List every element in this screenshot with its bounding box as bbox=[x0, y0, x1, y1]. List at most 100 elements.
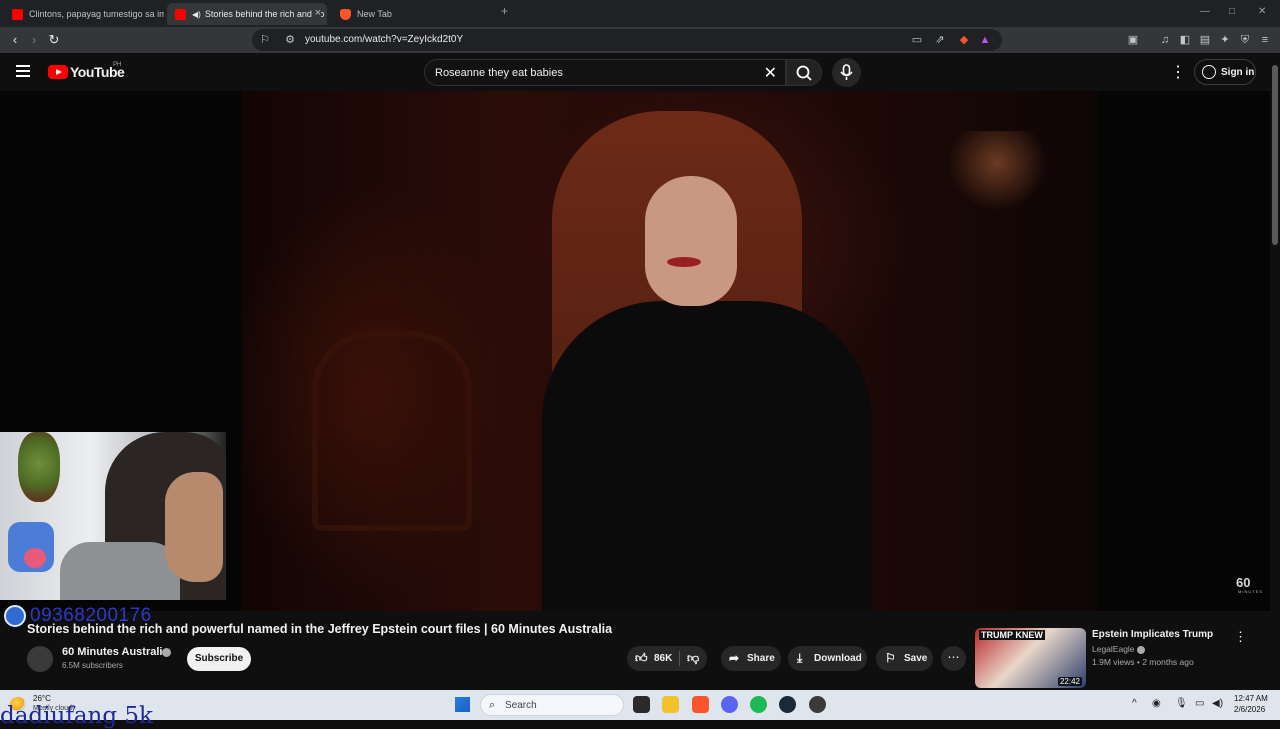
clock-date[interactable]: 2/6/2026 bbox=[1234, 705, 1265, 714]
split-view-icon[interactable]: ◧ bbox=[1178, 33, 1192, 47]
obs-icon[interactable] bbox=[809, 696, 826, 713]
microphone-icon bbox=[840, 64, 853, 80]
new-tab-icon[interactable]: + bbox=[501, 4, 508, 18]
file-explorer-icon[interactable] bbox=[662, 696, 679, 713]
media-icon[interactable]: ♫ bbox=[1158, 33, 1172, 47]
save-button[interactable]: ⚐ Save bbox=[876, 646, 933, 671]
verified-badge-icon bbox=[1136, 645, 1145, 654]
more-actions-icon[interactable]: ⋯ bbox=[941, 646, 966, 671]
taskbar-search-label: Search bbox=[505, 700, 537, 711]
video-title: Stories behind the rich and powerful nam… bbox=[27, 622, 613, 636]
youtube-favicon-icon bbox=[175, 8, 186, 20]
discord-icon[interactable] bbox=[721, 696, 738, 713]
steam-icon[interactable] bbox=[779, 696, 796, 713]
url-bar[interactable]: ⚐ ⚙ youtube.com/watch?v=ZeyIckd2t0Y ▭ ⇗ … bbox=[252, 29, 1002, 51]
tab-new-tab[interactable]: New Tab bbox=[332, 3, 492, 25]
site-info-icon[interactable]: ⚙ bbox=[283, 33, 297, 47]
windows-taskbar: 26°C Mostly cloudy ⌕ Search ^ ◉ 🎙︎ ▭ ◀) … bbox=[0, 690, 1280, 720]
taskbar-search[interactable]: ⌕ Search bbox=[480, 694, 624, 716]
address-bar-row: ‹ › ↻ ⚐ ⚙ youtube.com/watch?v=ZeyIckd2t0… bbox=[0, 27, 1280, 53]
stream-overlay-text: dadiufang 5k bbox=[0, 703, 153, 729]
menu-icon[interactable]: ≡ bbox=[1258, 33, 1272, 47]
thumbnail-banner-text: TRUMP KNEW bbox=[979, 630, 1045, 640]
youtube-header: YouTube PH Roseanne they eat babies ✕ ⋮ … bbox=[0, 53, 1280, 91]
channel-name[interactable]: 60 Minutes Australia bbox=[62, 646, 169, 658]
cast-icon[interactable]: ▭ bbox=[910, 33, 924, 47]
gcash-logo-icon bbox=[4, 605, 26, 627]
like-count[interactable]: 86K bbox=[654, 653, 672, 664]
maximize-icon[interactable]: □ bbox=[1229, 6, 1235, 17]
vpn-icon[interactable]: ⛨ bbox=[1238, 33, 1252, 47]
search-query-text[interactable]: Roseanne they eat babies bbox=[435, 67, 563, 79]
hamburger-menu-icon[interactable] bbox=[16, 65, 30, 77]
related-video-channel[interactable]: LegalEagle bbox=[1092, 644, 1145, 654]
webcam-streamer-shirt bbox=[60, 542, 180, 600]
video-duration: 22:42 bbox=[1057, 677, 1082, 686]
wallet-icon[interactable]: ▤ bbox=[1198, 33, 1212, 47]
search-input[interactable]: Roseanne they eat babies ✕ bbox=[424, 59, 786, 86]
share-page-icon[interactable]: ⇗ bbox=[933, 33, 947, 47]
tray-app-icon[interactable]: ◉ bbox=[1152, 698, 1161, 709]
sign-in-label: Sign in bbox=[1221, 67, 1255, 78]
close-tab-icon[interactable]: × bbox=[311, 7, 321, 19]
like-icon[interactable]: 👍︎ bbox=[635, 651, 648, 666]
minimize-icon[interactable]: — bbox=[1200, 6, 1210, 17]
tab-clintons[interactable]: Clintons, papayag tumestigo sa imbe bbox=[4, 3, 164, 25]
spotify-icon[interactable] bbox=[750, 696, 767, 713]
tray-mic-icon[interactable]: 🎙︎ bbox=[1175, 698, 1188, 709]
share-icon: ➦ bbox=[729, 651, 740, 665]
channel-watermark-word: MINUTES bbox=[1238, 589, 1263, 594]
brave-rewards-icon[interactable]: ▲ bbox=[978, 33, 992, 47]
network-icon[interactable]: ▭ bbox=[1195, 698, 1204, 709]
clear-search-icon[interactable]: ✕ bbox=[764, 63, 777, 83]
subscriber-count: 6.5M subscribers bbox=[62, 661, 123, 670]
channel-avatar[interactable] bbox=[27, 646, 53, 672]
related-more-icon[interactable]: ⋮ bbox=[1234, 629, 1247, 645]
page-scrollbar[interactable] bbox=[1270, 53, 1280, 690]
reload-icon[interactable]: ↻ bbox=[45, 31, 63, 49]
sign-in-button[interactable]: Sign in bbox=[1194, 59, 1256, 85]
clock-time[interactable]: 12:47 AM bbox=[1234, 694, 1268, 703]
youtube-logo-icon[interactable] bbox=[48, 65, 68, 79]
share-button[interactable]: ➦ Share bbox=[721, 646, 781, 671]
speaker-sweater bbox=[542, 301, 872, 611]
channel-watermark-logo: 60 bbox=[1236, 575, 1251, 590]
settings-more-icon[interactable]: ⋮ bbox=[1170, 62, 1186, 82]
bookmark-icon[interactable]: ⚐ bbox=[258, 33, 272, 47]
browser-tab-bar: Clintons, papayag tumestigo sa imbe ◀) S… bbox=[0, 0, 1280, 27]
tray-overflow-icon[interactable]: ^ bbox=[1132, 698, 1137, 709]
search-icon: ⌕ bbox=[489, 699, 496, 711]
scrollbar-thumb[interactable] bbox=[1272, 65, 1278, 245]
brave-browser-icon[interactable] bbox=[692, 696, 709, 713]
download-label: Download bbox=[814, 653, 862, 664]
weather-temperature[interactable]: 26°C bbox=[33, 694, 51, 703]
region-code: PH bbox=[113, 62, 122, 68]
search-button[interactable] bbox=[786, 59, 822, 86]
back-icon[interactable]: ‹ bbox=[6, 31, 24, 49]
related-video-thumbnail[interactable]: TRUMP KNEW 22:42 bbox=[975, 628, 1086, 688]
task-view-icon[interactable] bbox=[633, 696, 650, 713]
download-icon: ⤓ bbox=[797, 651, 803, 665]
tab-title: Clintons, papayag tumestigo sa imbe bbox=[29, 9, 164, 19]
forward-icon[interactable]: › bbox=[25, 31, 43, 49]
brave-favicon-icon bbox=[340, 8, 351, 20]
brave-shields-icon[interactable]: ◆ bbox=[957, 33, 971, 47]
dislike-icon[interactable]: 👎︎ bbox=[687, 651, 699, 666]
tab-title: Stories behind the rich and po bbox=[204, 9, 325, 19]
download-button[interactable]: ⤓ Download bbox=[788, 646, 867, 671]
leo-ai-icon[interactable]: ✦ bbox=[1218, 33, 1232, 47]
lamp-glow bbox=[947, 131, 1047, 211]
volume-icon[interactable]: ◀) bbox=[1212, 698, 1223, 709]
voice-search-button[interactable] bbox=[832, 58, 861, 87]
close-window-icon[interactable]: ✕ bbox=[1258, 6, 1266, 17]
url-text[interactable]: youtube.com/watch?v=ZeyIckd2t0Y bbox=[305, 34, 463, 45]
subscribe-button[interactable]: Subscribe bbox=[187, 647, 251, 671]
tab-stories[interactable]: ◀) Stories behind the rich and po × bbox=[167, 3, 327, 25]
speaker-face bbox=[645, 176, 737, 306]
save-label: Save bbox=[904, 653, 928, 664]
sidebar-icon[interactable]: ▣ bbox=[1126, 33, 1140, 47]
related-video-meta: 1.9M views • 2 months ago bbox=[1092, 657, 1194, 667]
webcam-plush-toy bbox=[8, 522, 54, 572]
related-video-title[interactable]: Epstein Implicates Trump bbox=[1092, 629, 1213, 640]
windows-start-icon[interactable] bbox=[455, 697, 470, 712]
